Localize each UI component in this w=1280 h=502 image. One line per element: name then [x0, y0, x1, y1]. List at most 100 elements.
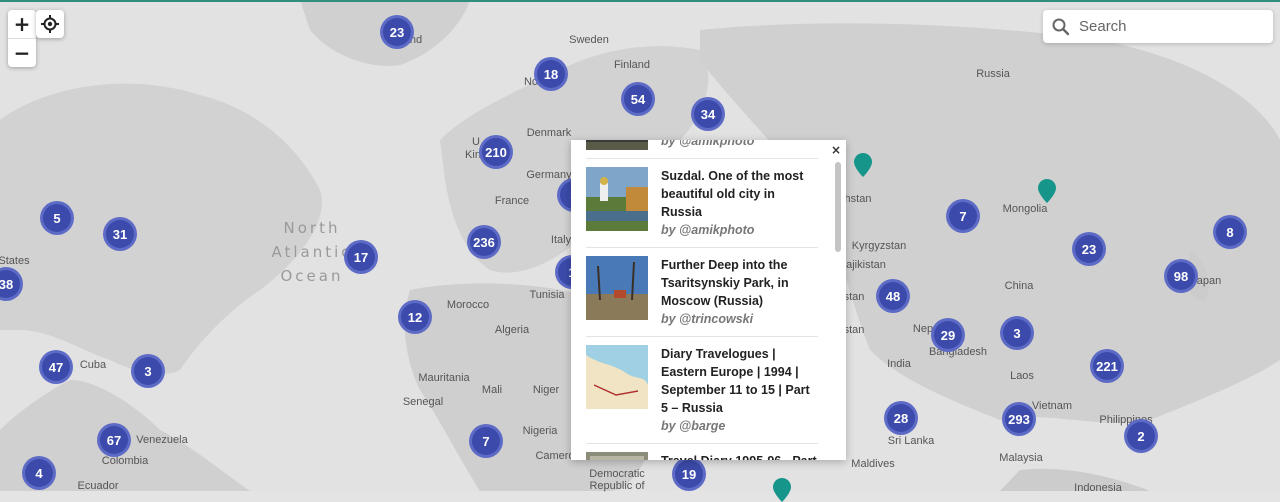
post-author: by @trincowski — [661, 312, 754, 326]
posts-popup: by @amikphoto Suzdal. One of the most be… — [571, 140, 846, 460]
location-pin-icon[interactable] — [854, 153, 872, 177]
cluster-marker[interactable]: 12 — [398, 300, 432, 334]
label-senegal: Senegal — [402, 396, 444, 408]
label-cameroon: Camero — [535, 450, 575, 462]
cluster-marker[interactable]: 4 — [22, 456, 56, 490]
zoom-in-button[interactable]: + — [8, 10, 36, 38]
label-nigeria: Nigeria — [522, 425, 558, 437]
cluster-marker[interactable]: 18 — [534, 57, 568, 91]
label-ecuador: Ecuador — [77, 480, 119, 492]
cluster-marker[interactable]: 67 — [97, 423, 131, 457]
post-thumbnail — [586, 452, 648, 460]
location-pin-icon[interactable] — [773, 478, 791, 502]
cluster-marker[interactable]: 98 — [1164, 259, 1198, 293]
post-title: Travel Diary 1995-96 - Part — [661, 452, 818, 460]
label-vietnam: Vietnam — [1031, 400, 1073, 412]
cluster-marker[interactable]: 31 — [103, 217, 137, 251]
label-malaysia: Malaysia — [999, 452, 1043, 464]
post-author: by @amikphoto — [661, 223, 755, 237]
label-morocco: Morocco — [446, 299, 490, 311]
cluster-marker[interactable]: 23 — [1072, 232, 1106, 266]
label-russia: Russia — [976, 68, 1010, 80]
locate-button[interactable] — [36, 10, 64, 38]
cluster-marker[interactable]: 54 — [621, 82, 655, 116]
post-text: Diary Travelogues | Eastern Europe | 199… — [661, 345, 818, 435]
cluster-marker[interactable]: 5 — [40, 201, 74, 235]
label-kazakhstan: hstan — [844, 193, 872, 205]
label-colombia: Colombia — [101, 455, 149, 467]
label-algeria: Algeria — [494, 324, 530, 336]
post-title: Suzdal. One of the most beautiful old ci… — [661, 169, 804, 219]
label-india: India — [887, 358, 911, 370]
cluster-marker[interactable]: 17 — [344, 240, 378, 274]
label-mongolia: Mongolia — [1002, 203, 1048, 215]
label-maldives: Maldives — [851, 458, 895, 470]
cluster-marker[interactable]: 29 — [931, 318, 965, 352]
locate-icon — [41, 15, 59, 33]
cluster-marker[interactable]: 7 — [946, 199, 980, 233]
post-text: by @amikphoto — [661, 140, 818, 150]
label-laos: Laos — [1010, 370, 1034, 382]
post-title: Further Deep into the Tsaritsynskiy Park… — [661, 258, 789, 308]
cluster-marker[interactable]: 48 — [876, 279, 910, 313]
label-china: China — [1004, 280, 1034, 292]
search-input[interactable] — [1075, 18, 1263, 35]
post-author: by @amikphoto — [661, 140, 755, 148]
cluster-marker[interactable]: 3 — [1000, 316, 1034, 350]
label-cuba: Cuba — [79, 359, 107, 371]
label-japan: apan — [1196, 275, 1222, 287]
label-pakistan: stan — [843, 324, 865, 336]
post-item[interactable]: Travel Diary 1995-96 - Part — [586, 444, 818, 460]
cluster-marker[interactable]: 47 — [39, 350, 73, 384]
label-italy: Italy — [550, 234, 572, 246]
post-thumbnail — [586, 345, 648, 409]
post-title: Diary Travelogues | Eastern Europe | 199… — [661, 347, 810, 415]
location-pin-icon[interactable] — [1038, 179, 1056, 203]
label-sri-lanka: Sri Lanka — [887, 435, 935, 447]
cluster-marker[interactable]: 3 — [131, 354, 165, 388]
post-item[interactable]: Further Deep into the Tsaritsynskiy Park… — [586, 248, 818, 337]
cluster-marker[interactable]: 2 — [1124, 419, 1158, 453]
cluster-marker[interactable]: 23 — [380, 15, 414, 49]
post-item[interactable]: Diary Travelogues | Eastern Europe | 199… — [586, 337, 818, 444]
zoom-out-button[interactable]: − — [8, 39, 36, 67]
label-kyrgyzstan: Kyrgyzstan — [851, 240, 907, 252]
post-item[interactable]: Suzdal. One of the most beautiful old ci… — [586, 159, 818, 248]
label-mauritania: Mauritania — [418, 372, 470, 384]
label-indonesia: Indonesia — [1074, 482, 1122, 494]
cluster-marker[interactable]: 19 — [672, 457, 706, 491]
label-niger: Niger — [532, 384, 560, 396]
label-france: France — [494, 195, 530, 207]
cluster-marker[interactable]: 210 — [479, 135, 513, 169]
cluster-marker[interactable]: 7 — [469, 424, 503, 458]
label-tunisia: Tunisia — [529, 289, 565, 301]
ocean-line-1: North — [283, 219, 341, 237]
label-finland: Finland — [613, 59, 651, 71]
cluster-marker[interactable]: 8 — [1213, 215, 1247, 249]
label-drc-1: Democratic — [589, 468, 645, 480]
label-sweden: Sweden — [569, 34, 609, 46]
label-drc-2: Republic of — [589, 480, 645, 492]
post-item[interactable]: by @amikphoto — [586, 140, 818, 159]
popup-close-button[interactable]: × — [830, 144, 842, 156]
cluster-marker[interactable]: 28 — [884, 401, 918, 435]
post-text: Further Deep into the Tsaritsynskiy Park… — [661, 256, 818, 328]
label-mali: Mali — [481, 384, 503, 396]
label-denmark: Denmark — [526, 127, 572, 139]
label-tajikistan: ajikistan — [846, 259, 886, 271]
post-thumbnail — [586, 256, 648, 320]
label-venezuela: Venezuela — [136, 434, 188, 446]
label-states: States — [0, 255, 30, 267]
search-box — [1043, 10, 1273, 43]
cluster-marker[interactable]: 293 — [1002, 402, 1036, 436]
search-icon — [1052, 18, 1070, 35]
cluster-marker[interactable]: 221 — [1090, 349, 1124, 383]
posts-list: by @amikphoto Suzdal. One of the most be… — [586, 140, 818, 460]
top-accent-bar — [0, 0, 1280, 2]
post-thumbnail — [586, 167, 648, 231]
post-thumbnail — [586, 140, 648, 150]
post-author: by @barge — [661, 419, 726, 433]
cluster-marker[interactable]: 236 — [467, 225, 501, 259]
popup-scrollbar[interactable] — [835, 162, 841, 252]
cluster-marker[interactable]: 34 — [691, 97, 725, 131]
